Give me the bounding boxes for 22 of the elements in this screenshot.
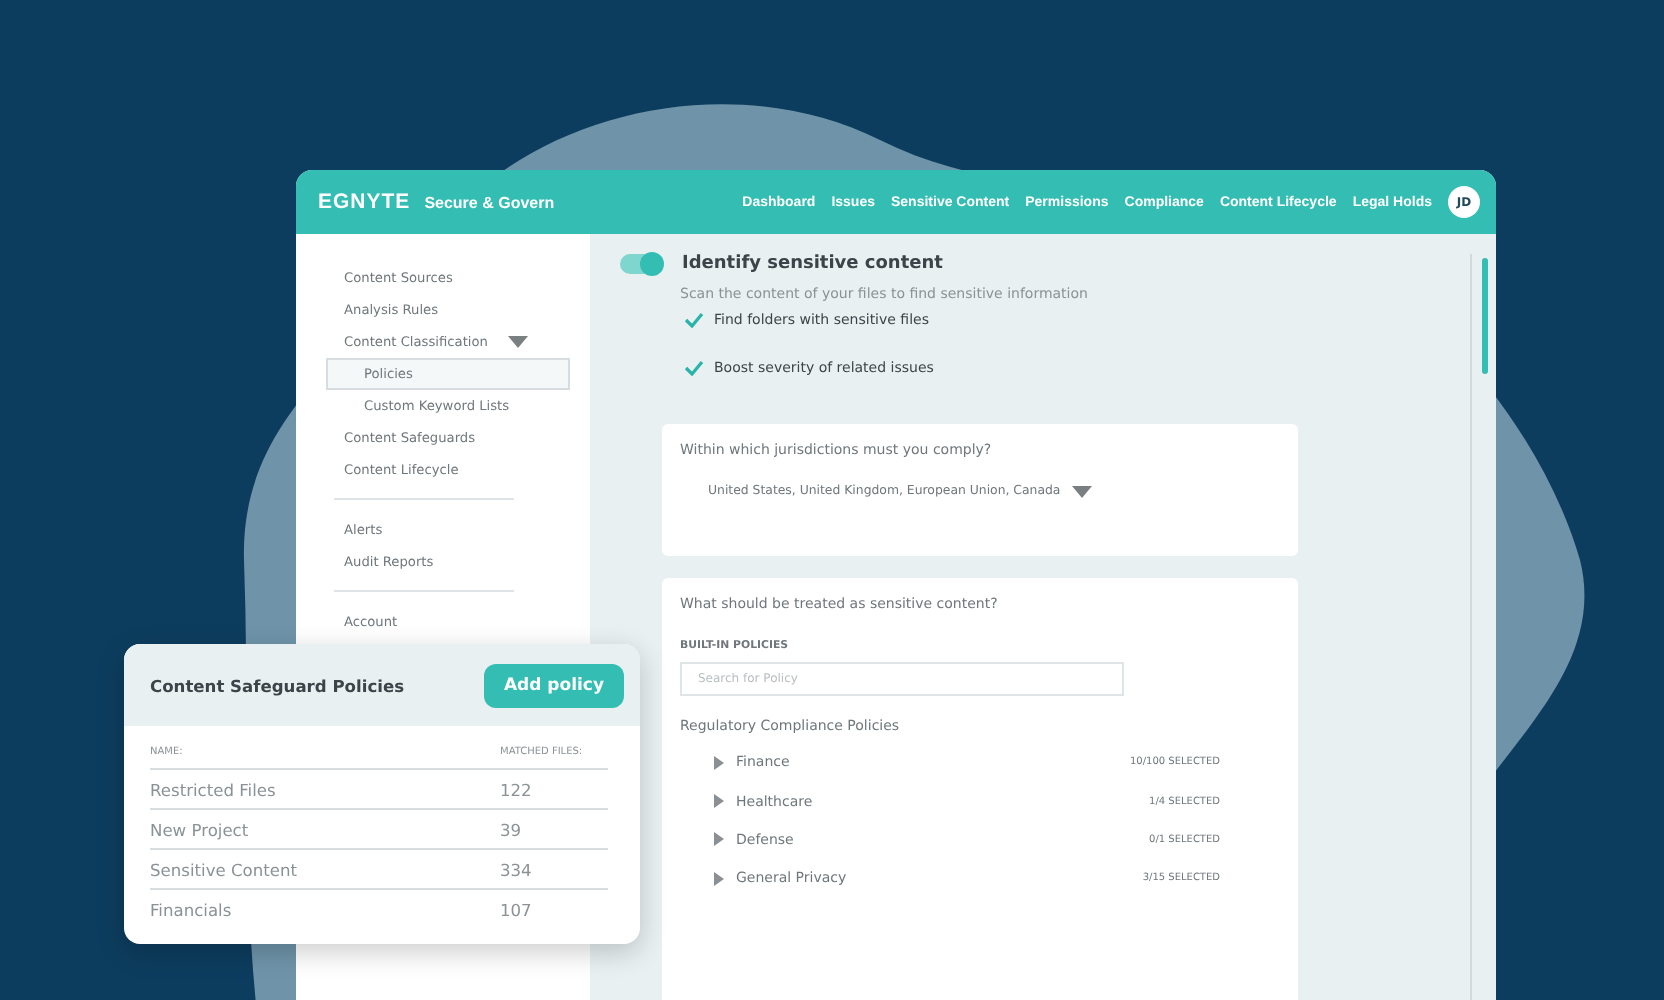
table-cell-text: Financials: [150, 900, 234, 920]
caret-icon[interactable]: [714, 755, 724, 769]
table-cell-text: New Project: [150, 819, 251, 839]
check-icon[interactable]: [684, 312, 704, 328]
section-title: Identify sensitive content: [682, 254, 943, 274]
caret-icon[interactable]: [714, 794, 724, 808]
caret-icon[interactable]: [714, 871, 724, 885]
table-cell-text: Sensitive Content: [150, 859, 299, 879]
table-cell-text: Restricted Files: [150, 779, 278, 799]
caret-icon[interactable]: [714, 832, 724, 846]
caret-icon: [1072, 485, 1093, 497]
table-cell-text: 107: [500, 900, 534, 920]
check-icon[interactable]: [684, 360, 704, 376]
card-title: Content Safeguard Policies: [150, 675, 405, 695]
table-cell-text: 39: [500, 819, 524, 839]
caret-icon: [507, 336, 528, 348]
product-name: Secure & Govern: [424, 193, 555, 211]
toggle-switch[interactable]: [620, 254, 660, 274]
table-cell-text: 122: [500, 779, 534, 799]
scrollbar-thumb[interactable]: [1482, 258, 1488, 374]
table-cell-text: 334: [500, 859, 534, 879]
logo: EGNYTE: [318, 190, 411, 214]
